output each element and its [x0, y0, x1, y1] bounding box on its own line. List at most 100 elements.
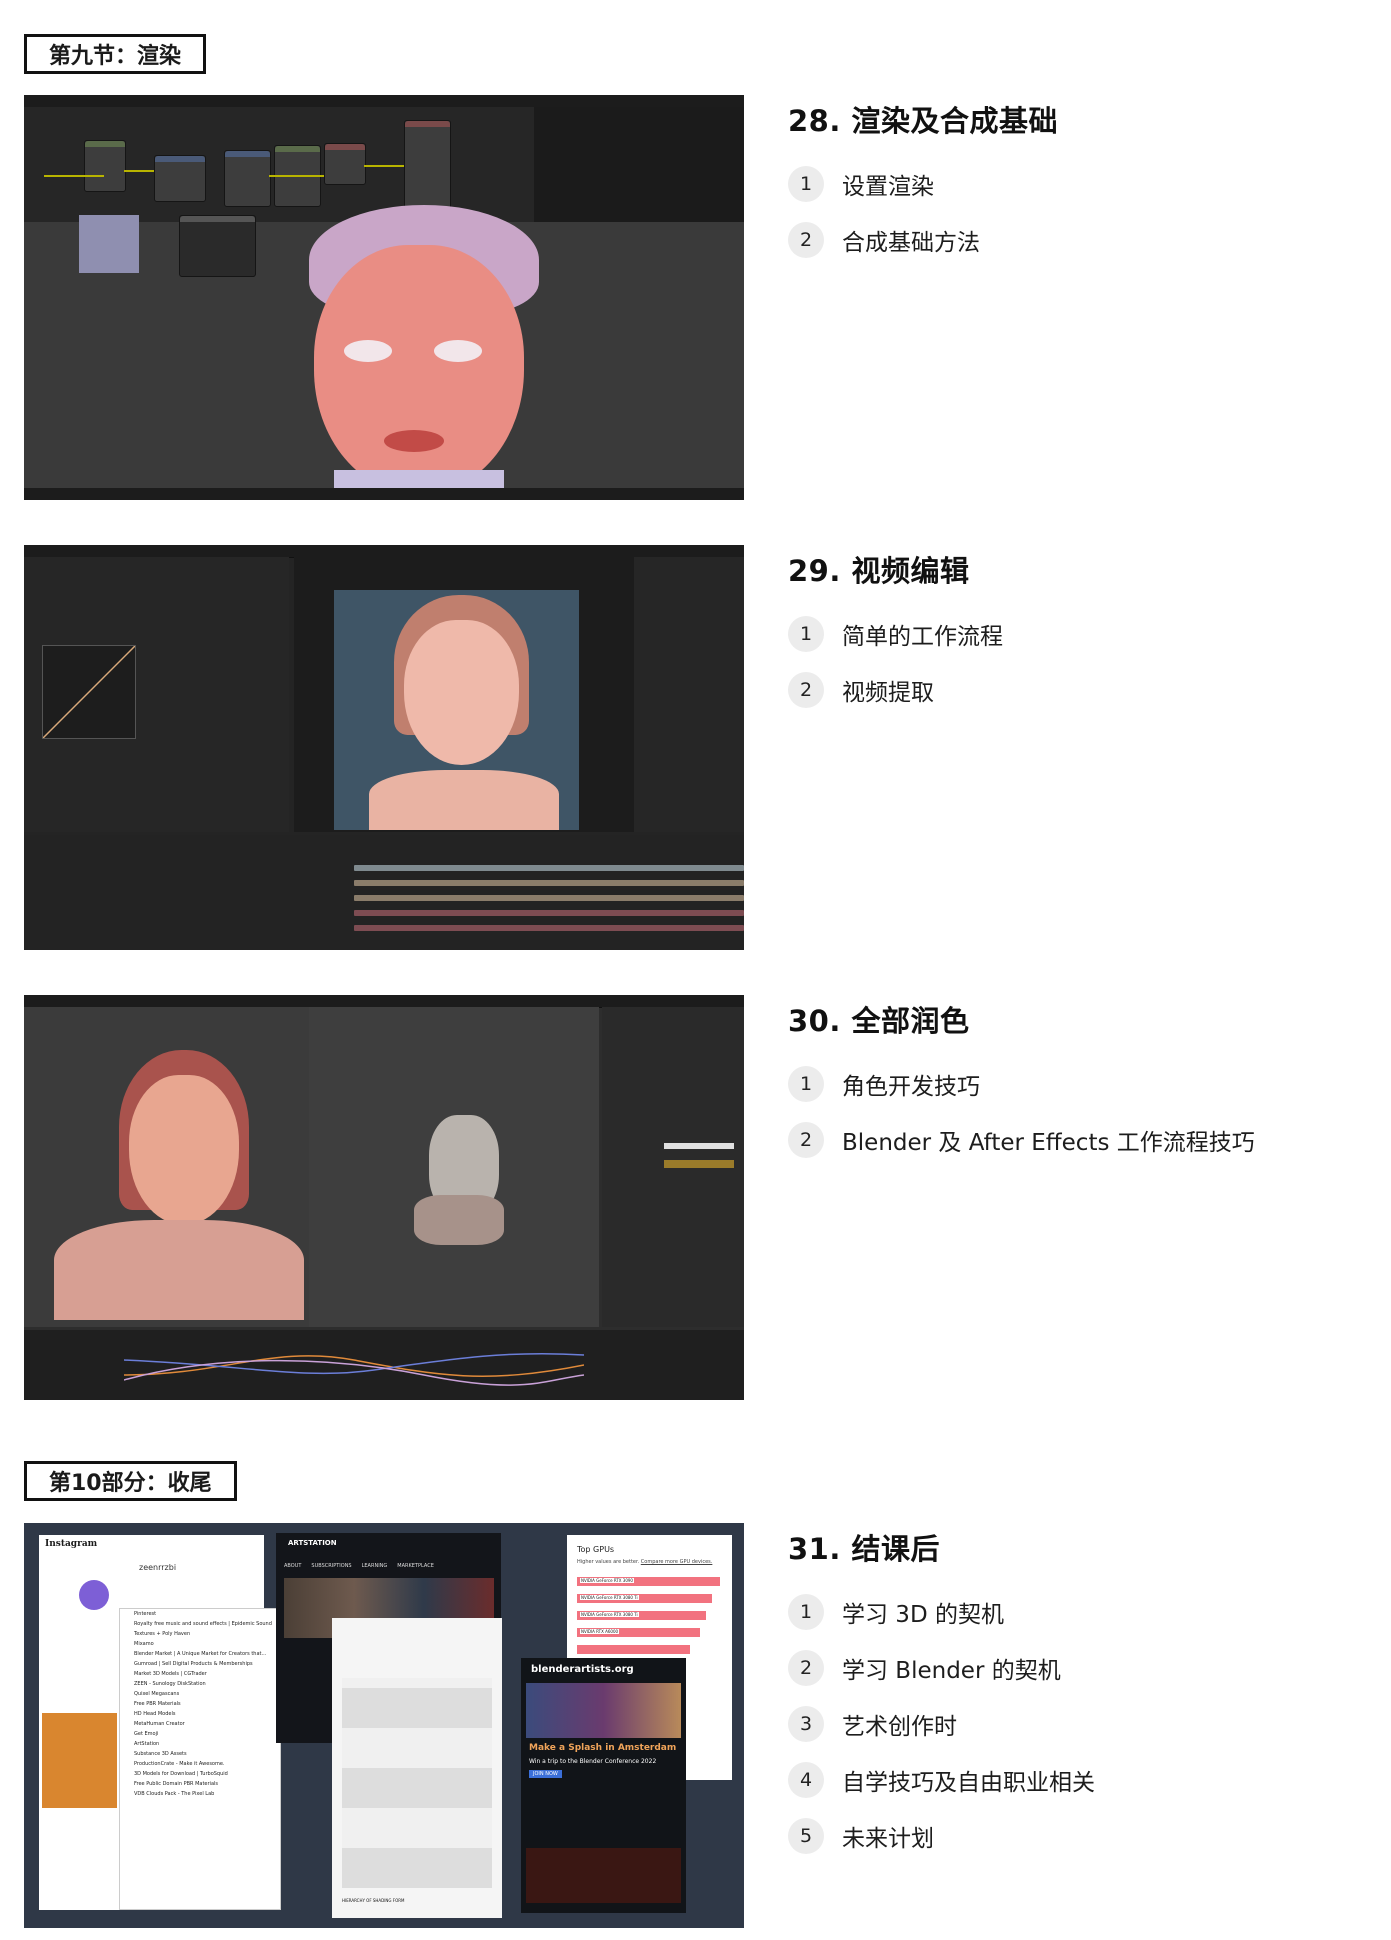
- curves-graph: [42, 645, 136, 739]
- artstation-logo: ARTSTATION: [288, 1539, 337, 1547]
- render-preview: [534, 107, 744, 222]
- bookmark-item[interactable]: Free PBR Materials: [120, 1699, 280, 1709]
- effects-panel: [634, 557, 744, 832]
- lesson-item: 1 学习 3D 的契机: [788, 1594, 1348, 1630]
- bookmark-item[interactable]: ArtStation: [120, 1739, 280, 1749]
- item-number-badge: 2: [788, 222, 824, 258]
- character-face: [129, 1075, 239, 1225]
- bookmark-item[interactable]: VDB Clouds Pack - The Pixel Lab: [120, 1789, 280, 1799]
- item-text: 自学技巧及自由职业相关: [842, 1770, 1095, 1796]
- lesson-item: 2 视频提取: [788, 672, 1348, 708]
- lips: [384, 430, 444, 452]
- eye-right: [434, 340, 482, 362]
- lesson-item: 1 简单的工作流程: [788, 616, 1348, 652]
- nav-item-about[interactable]: ABOUT: [284, 1563, 301, 1569]
- bookmark-item[interactable]: Market 3D Models | CGTrader: [120, 1669, 280, 1679]
- bookmark-item[interactable]: Mixamo: [120, 1639, 280, 1649]
- timeline-layer: [354, 910, 744, 916]
- gpu-compare-link[interactable]: Compare more GPU devices.: [641, 1559, 713, 1565]
- character-face: [404, 620, 519, 765]
- lesson-item: 2 Blender 及 After Effects 工作流程技巧: [788, 1122, 1348, 1158]
- item-number-badge: 2: [788, 1122, 824, 1158]
- timeline-layer: [354, 880, 744, 886]
- lesson-28: 28. 渲染及合成基础 1 设置渲染 2 合成基础方法: [788, 98, 1348, 258]
- bookmark-item[interactable]: Royalty free music and sound effects | E…: [120, 1619, 280, 1629]
- node-wire: [364, 165, 404, 167]
- item-text: 学习 Blender 的契机: [842, 1658, 1061, 1684]
- lesson-item: 2 学习 Blender 的契机: [788, 1650, 1348, 1686]
- timeline: [24, 835, 744, 950]
- timeline-layer: [354, 865, 744, 871]
- artstation-nav: ABOUT SUBSCRIPTIONS LEARNING MARKETPLACE: [284, 1563, 494, 1569]
- bookmark-item[interactable]: Free Public Domain PBR Materials: [120, 1779, 280, 1789]
- lesson-30: 30. 全部润色 1 角色开发技巧 2 Blender 及 After Effect…: [788, 998, 1348, 1158]
- item-text: 设置渲染: [842, 174, 934, 200]
- nav-item-subscriptions[interactable]: SUBSCRIPTIONS: [311, 1563, 351, 1569]
- bookmark-item[interactable]: ProductionCrate - Make it Awesome.: [120, 1759, 280, 1769]
- collar: [334, 470, 504, 488]
- lesson-item: 2 合成基础方法: [788, 222, 1348, 258]
- gpu-bar: NVIDIA RTX A6000: [577, 1628, 727, 1637]
- profile-name: zeenrrzbi: [139, 1563, 177, 1572]
- thumbnail-preview: [79, 215, 139, 273]
- item-number-badge: 2: [788, 1650, 824, 1686]
- anatomy-sketches: [342, 1678, 492, 1888]
- bookmark-item[interactable]: 3D Models for Download | TurboSquid: [120, 1769, 280, 1779]
- blenderartists-logo: blenderartists.org: [531, 1664, 634, 1675]
- lesson-title: 30. 全部润色: [788, 1004, 970, 1038]
- section-tag-part10: 第10部分：收尾: [24, 1461, 237, 1501]
- item-text: 视频提取: [842, 680, 934, 706]
- nav-item-marketplace[interactable]: MARKETPLACE: [397, 1563, 434, 1569]
- bookmark-item[interactable]: Quixel Megascans: [120, 1689, 280, 1699]
- bookmark-item[interactable]: MetaHuman Creator: [120, 1719, 280, 1729]
- lesson-item: 5 未来计划: [788, 1818, 1348, 1854]
- curve-line: [42, 645, 136, 739]
- lesson-29: 29. 视频编辑 1 简单的工作流程 2 视频提取: [788, 548, 1348, 708]
- gpu-bar: NVIDIA GeForce RTX 3090: [577, 1577, 727, 1586]
- screenshot-collage: Instagram zeenrrzbi Pinterest Royalty fr…: [24, 1523, 744, 1928]
- item-text: 学习 3D 的契机: [842, 1602, 1004, 1628]
- bookmark-item[interactable]: Blender Market | A Unique Market for Cre…: [120, 1649, 280, 1659]
- bookmark-item[interactable]: Substance 3D Assets: [120, 1749, 280, 1759]
- item-number-badge: 2: [788, 672, 824, 708]
- bookmark-item[interactable]: HD Head Models: [120, 1709, 280, 1719]
- lesson-item: 3 艺术创作时: [788, 1706, 1348, 1742]
- bookmarks-menu: Pinterest Royalty free music and sound e…: [119, 1608, 281, 1910]
- color-swatch: [664, 1160, 734, 1168]
- item-number-badge: 5: [788, 1818, 824, 1854]
- shoulders: [369, 770, 559, 830]
- bookmark-item[interactable]: Textures + Poly Haven: [120, 1629, 280, 1639]
- lesson-31: 31. 结课后 1 学习 3D 的契机 2 学习 Blender 的契机 3 艺术创作…: [788, 1526, 1348, 1854]
- lesson-title: 31. 结课后: [788, 1532, 940, 1566]
- screenshot-compositing: [24, 95, 744, 500]
- item-number-badge: 1: [788, 616, 824, 652]
- character-face: [314, 245, 524, 495]
- gpu-chart-subtitle: Higher values are better. Compare more G…: [577, 1559, 712, 1565]
- item-text: 未来计划: [842, 1826, 934, 1852]
- node-wire: [269, 175, 324, 177]
- timeline-layer: [354, 895, 744, 901]
- bookmark-item[interactable]: Pinterest: [120, 1609, 280, 1619]
- item-text: 角色开发技巧: [842, 1074, 980, 1100]
- gpu-bar: [577, 1645, 727, 1654]
- 3d-model-body: [414, 1195, 504, 1245]
- shoulders: [54, 1220, 304, 1320]
- nav-item-learning[interactable]: LEARNING: [362, 1563, 388, 1569]
- gpu-chart-title: Top GPUs: [577, 1545, 615, 1554]
- item-text: 艺术创作时: [842, 1714, 957, 1740]
- node: [404, 120, 451, 212]
- profile-avatar: [79, 1580, 109, 1610]
- color-swatch: [664, 1143, 734, 1149]
- bookmark-item[interactable]: ZEEN - Sunology DiskStation: [120, 1679, 280, 1689]
- anatomy-caption: HIERARCHY OF SHADING FORM: [342, 1898, 405, 1903]
- join-now-button[interactable]: JOIN NOW: [529, 1770, 562, 1778]
- node: [84, 140, 126, 192]
- bookmark-item[interactable]: Get Emoji: [120, 1729, 280, 1739]
- node: [179, 215, 256, 277]
- anatomy-reference-panel: HIERARCHY OF SHADING FORM: [332, 1618, 502, 1918]
- gpu-bar-label: NVIDIA RTX A6000: [580, 1629, 620, 1634]
- gpu-bar: NVIDIA GeForce RTX 3080 Ti: [577, 1594, 727, 1603]
- lesson-title: 28. 渲染及合成基础: [788, 104, 1058, 138]
- bookmark-item[interactable]: Gumroad | Sell Digital Products & Member…: [120, 1659, 280, 1669]
- node: [224, 150, 271, 207]
